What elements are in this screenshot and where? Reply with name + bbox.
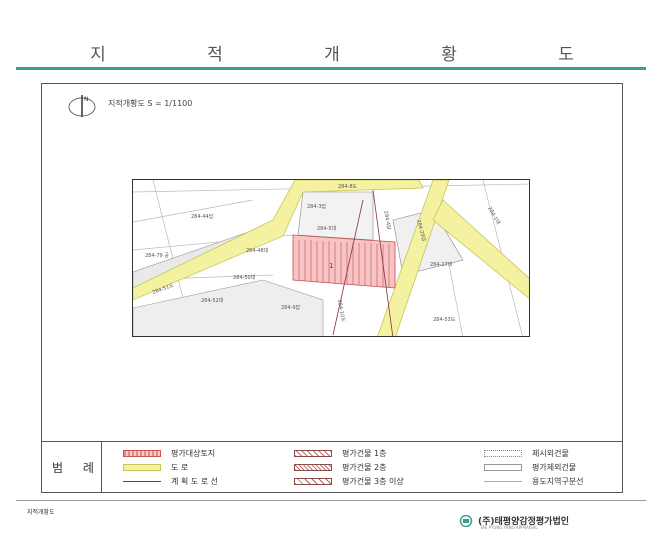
north-arrow-icon: N	[66, 93, 98, 119]
box-swatch-icon	[484, 463, 522, 471]
map-label: 284-50대	[233, 274, 256, 281]
legend-top-rule	[41, 441, 623, 442]
target-number: 1	[329, 262, 333, 270]
legend-label: 평가건물 1층	[342, 448, 387, 458]
road-swatch-icon	[123, 463, 161, 471]
map-scale-caption: 지적개황도 S = 1/1100	[108, 99, 193, 108]
map-label: 284-44답	[191, 213, 214, 220]
map-label: 284-27대	[430, 261, 453, 268]
dotted-swatch-icon	[484, 449, 522, 457]
hatch-2f-swatch-icon	[294, 463, 332, 471]
page-title: 지 적 개 황 도	[90, 45, 622, 65]
map-label: 284-79 공	[145, 253, 169, 259]
map-label: 284-53도	[433, 317, 456, 323]
map-label: 284-52대	[201, 297, 224, 304]
legend-label: 제시외건물	[532, 448, 569, 458]
legend-item-excluded-building: 평가제외건물	[484, 462, 576, 472]
target-land-swatch-icon	[123, 449, 161, 457]
target-parcel	[292, 234, 396, 289]
legend-label: 평가건물 3층 이상	[342, 476, 404, 486]
legend-item-road: 도 로	[123, 462, 188, 472]
legend-label: 도 로	[171, 462, 189, 472]
planned-road-swatch-icon	[123, 480, 161, 482]
company-name-sub: TAE PYUNG YANG APPRAISAL	[480, 525, 538, 530]
legend-item-zoning-line: 용도지역구분선	[484, 476, 584, 486]
hatch-3f-swatch-icon	[294, 477, 332, 485]
legend-item-building-2f: 평가건물 2층	[294, 462, 386, 472]
legend-label: 평가제외건물	[532, 462, 577, 472]
legend-label: 평가건물 2층	[342, 462, 387, 472]
legend-title: 범 례	[52, 461, 102, 475]
title-underline	[16, 67, 646, 70]
legend-item-target-land: 평가대상토지	[123, 448, 215, 458]
map-label: 284-9답	[281, 304, 301, 311]
cadastral-map: 284-8도 284-3답 284-4답 284-44답 284-5대 284-…	[132, 179, 530, 337]
legend-label: 계 획 도 로 선	[171, 476, 218, 486]
legend-item-building-3f: 평가건물 3층 이상	[294, 476, 404, 486]
map-label: 284-48대	[246, 247, 269, 254]
legend-item-unlisted-building: 제시외건물	[484, 448, 569, 458]
footer-doc-name: 지적개황도	[27, 509, 55, 516]
legend-item-planned-road: 계 획 도 로 선	[123, 476, 218, 486]
map-label: 284-8도	[338, 184, 358, 190]
legend-label: 용도지역구분선	[532, 476, 584, 486]
map-label: 284-5대	[317, 225, 337, 232]
thin-line-swatch-icon	[484, 480, 522, 482]
map-label: 284-3답	[307, 203, 327, 210]
company-logo-icon	[459, 514, 473, 527]
legend-label: 평가대상토지	[171, 448, 216, 458]
hatch-1f-swatch-icon	[294, 449, 332, 457]
legend-item-building-1f: 평가건물 1층	[294, 448, 386, 458]
footer-rule	[16, 500, 646, 501]
svg-text:N: N	[84, 96, 89, 103]
